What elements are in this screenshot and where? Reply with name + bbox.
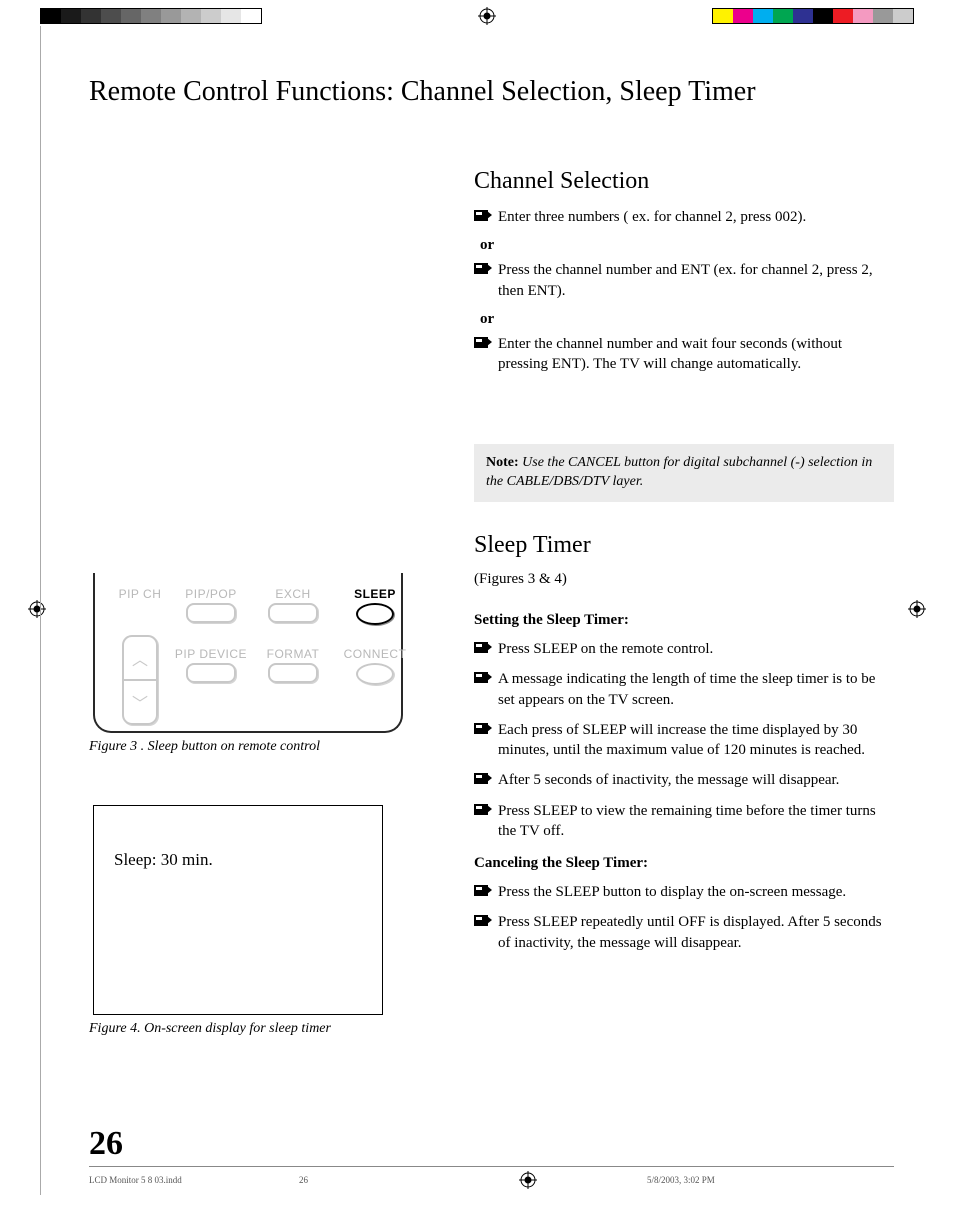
footer-file: LCD Monitor 5 8 03.indd <box>89 1175 299 1185</box>
bullet-text: Press the channel number and ENT (ex. fo… <box>498 260 894 301</box>
chevron-down-icon: ﹀ <box>124 681 156 723</box>
list-item: Each press of SLEEP will increase the ti… <box>474 720 894 761</box>
arrow-bullet-icon <box>474 642 488 653</box>
setting-subheading: Setting the Sleep Timer: <box>474 612 894 629</box>
page-number: 26 <box>89 1125 123 1163</box>
page-body: Remote Control Functions: Channel Select… <box>40 26 924 1195</box>
bullet-text: Press SLEEP to view the remaining time b… <box>498 801 894 842</box>
page-title: Remote Control Functions: Channel Select… <box>89 76 894 108</box>
arrow-bullet-icon <box>474 672 488 683</box>
chevron-up-icon: ︿ <box>124 637 156 681</box>
bullet-text: Enter the channel number and wait four s… <box>498 334 894 375</box>
label-format: FORMAT <box>255 647 331 661</box>
button-connect <box>356 663 394 685</box>
sleep-display-box: Sleep: 30 min. <box>93 805 383 1015</box>
remote-diagram: PIP CH PIP/POP EXCH SLEEP ︿ <box>93 573 403 733</box>
sleep-timer-heading: Sleep Timer <box>474 532 894 559</box>
arrow-bullet-icon <box>474 723 488 734</box>
note-label: Note: <box>486 455 519 470</box>
sleep-display-text: Sleep: 30 min. <box>114 850 213 869</box>
registration-mark-top <box>478 7 496 25</box>
rocker-pip-ch: ︿ ﹀ <box>122 635 158 725</box>
arrow-bullet-icon <box>474 915 488 926</box>
button-sleep <box>356 603 394 625</box>
bullet-text: A message indicating the length of time … <box>498 669 894 710</box>
list-item: Press SLEEP to view the remaining time b… <box>474 801 894 842</box>
figure4-caption: Figure 4. On-screen display for sleep ti… <box>89 1021 444 1037</box>
label-exch: EXCH <box>255 587 331 601</box>
arrow-bullet-icon <box>474 885 488 896</box>
button-pip-pop <box>186 603 236 623</box>
cancel-subheading: Canceling the Sleep Timer: <box>474 855 894 872</box>
figures-reference: (Figures 3 & 4) <box>474 571 894 588</box>
bullet-text: Enter three numbers ( ex. for channel 2,… <box>498 207 806 227</box>
arrow-bullet-icon <box>474 337 488 348</box>
label-pip-device: PIP DEVICE <box>173 647 249 661</box>
or-separator: or <box>480 311 894 328</box>
list-item: Press SLEEP repeatedly until OFF is disp… <box>474 912 894 953</box>
list-item: After 5 seconds of inactivity, the messa… <box>474 770 894 790</box>
gray-swatch-strip <box>40 8 262 24</box>
list-item: Enter three numbers ( ex. for channel 2,… <box>474 207 894 227</box>
note-box: Note: Use the CANCEL button for digital … <box>474 444 894 502</box>
arrow-bullet-icon <box>474 210 488 221</box>
label-sleep: SLEEP <box>337 587 413 601</box>
footer-page: 26 <box>299 1175 519 1185</box>
bullet-text: Press the SLEEP button to display the on… <box>498 882 846 902</box>
figure3-caption: Figure 3 . Sleep button on remote contro… <box>89 739 444 755</box>
label-pip-ch: PIP CH <box>113 587 167 601</box>
button-exch <box>268 603 318 623</box>
list-item: Press the SLEEP button to display the on… <box>474 882 894 902</box>
or-separator: or <box>480 237 894 254</box>
bullet-text: After 5 seconds of inactivity, the messa… <box>498 770 839 790</box>
list-item: Press the channel number and ENT (ex. fo… <box>474 260 894 301</box>
footer-date: 5/8/2003, 3:02 PM <box>567 1175 894 1185</box>
arrow-bullet-icon <box>474 263 488 274</box>
bullet-text: Each press of SLEEP will increase the ti… <box>498 720 894 761</box>
button-format <box>268 663 318 683</box>
note-text: Use the CANCEL button for digital subcha… <box>486 455 872 489</box>
arrow-bullet-icon <box>474 804 488 815</box>
list-item: Enter the channel number and wait four s… <box>474 334 894 375</box>
left-column: PIP CH PIP/POP EXCH SLEEP ︿ <box>89 168 444 1037</box>
label-connect: CONNECT <box>337 647 413 661</box>
label-pip-pop: PIP/POP <box>173 587 249 601</box>
right-column: Channel Selection Enter three numbers ( … <box>474 168 894 1037</box>
bullet-text: Press SLEEP repeatedly until OFF is disp… <box>498 912 894 953</box>
color-swatch-strip <box>712 8 914 24</box>
registration-mark-bottom <box>519 1171 537 1189</box>
printer-marks-top <box>0 5 954 27</box>
list-item: Press SLEEP on the remote control. <box>474 639 894 659</box>
bullet-text: Press SLEEP on the remote control. <box>498 639 713 659</box>
footer: LCD Monitor 5 8 03.indd 26 5/8/2003, 3:0… <box>89 1166 894 1189</box>
button-pip-device <box>186 663 236 683</box>
arrow-bullet-icon <box>474 773 488 784</box>
list-item: A message indicating the length of time … <box>474 669 894 710</box>
channel-selection-heading: Channel Selection <box>474 168 894 195</box>
